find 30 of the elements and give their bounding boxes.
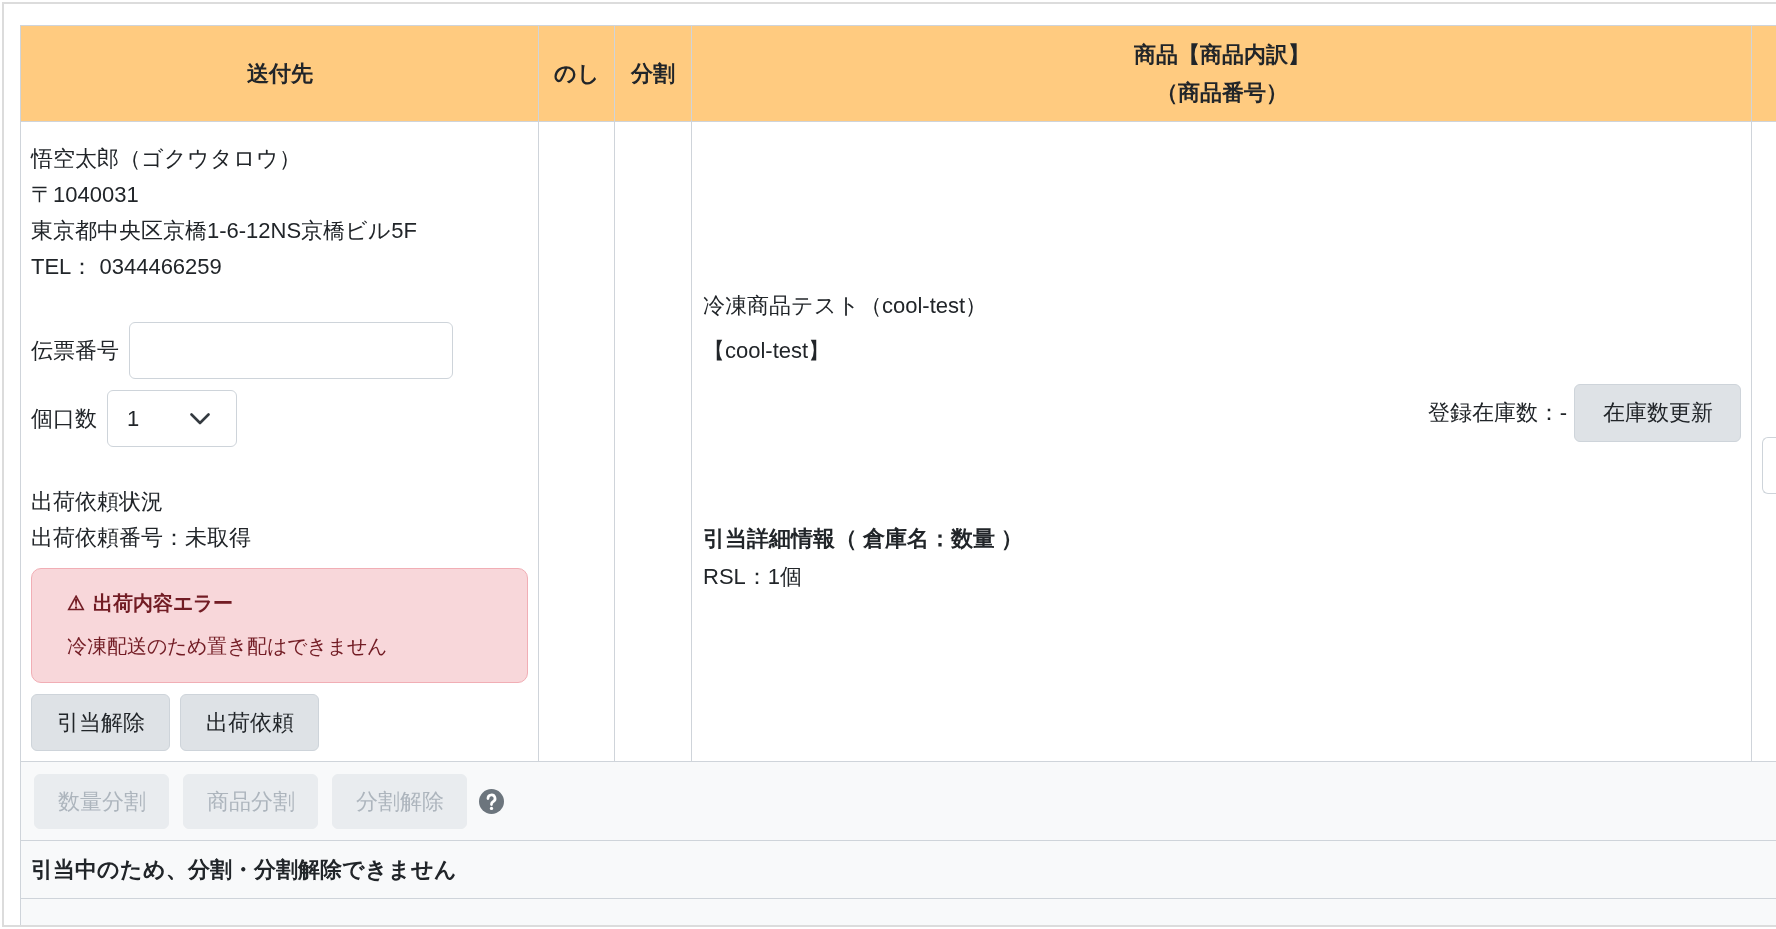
help-icon[interactable] <box>479 788 504 814</box>
product-code: 【cool-test】 <box>703 337 832 365</box>
field-label: 個口数 <box>31 404 97 433</box>
header-line: 商品【商品内訳】 <box>1133 40 1310 69</box>
select-field[interactable]: 1 <box>107 390 237 447</box>
warning-icon: ⚠ <box>67 589 85 617</box>
input-field[interactable] <box>1762 437 1776 494</box>
phone-text: TEL： 0344466259 <box>31 253 223 281</box>
recipient-name: 悟空太郎（ゴクウタロウ） <box>31 145 302 173</box>
column-header: 送付先 <box>21 26 539 122</box>
product-name: 冷凍商品テスト（cool-test） <box>703 292 989 320</box>
allocation-text: RSL：1個 <box>703 563 804 591</box>
postal-code: 〒1040031 <box>31 181 140 209</box>
alert-title: 出荷内容エラー <box>93 591 233 616</box>
notice-text: 引当中のため、分割・分割解除できません <box>31 856 457 884</box>
column-header: のし <box>539 26 615 122</box>
column-header: 分割 <box>615 26 692 122</box>
action-button[interactable]: 引当解除 <box>31 694 170 751</box>
address-text: 東京都中央区京橋1-6-12NS京橋ビル5F <box>31 217 418 245</box>
update-stock-button[interactable]: 在庫数更新 <box>1574 384 1741 442</box>
chevron-down-icon <box>190 412 210 425</box>
header-line: （商品番号） <box>1155 78 1288 107</box>
stock-count-label: 登録在庫数：- <box>1427 399 1567 427</box>
allocation-heading: 引当詳細情報（ 倉庫名：数量 ） <box>703 525 1025 553</box>
status-heading: 出荷依頼状況 <box>31 488 164 516</box>
request-number-text: 出荷依頼番号：未取得 <box>31 524 252 552</box>
input-field[interactable] <box>129 322 453 379</box>
action-button[interactable]: 出荷依頼 <box>180 694 319 751</box>
field-label: 伝票番号 <box>31 336 119 365</box>
alert-message: 冷凍配送のため置き配はできません <box>67 634 388 659</box>
